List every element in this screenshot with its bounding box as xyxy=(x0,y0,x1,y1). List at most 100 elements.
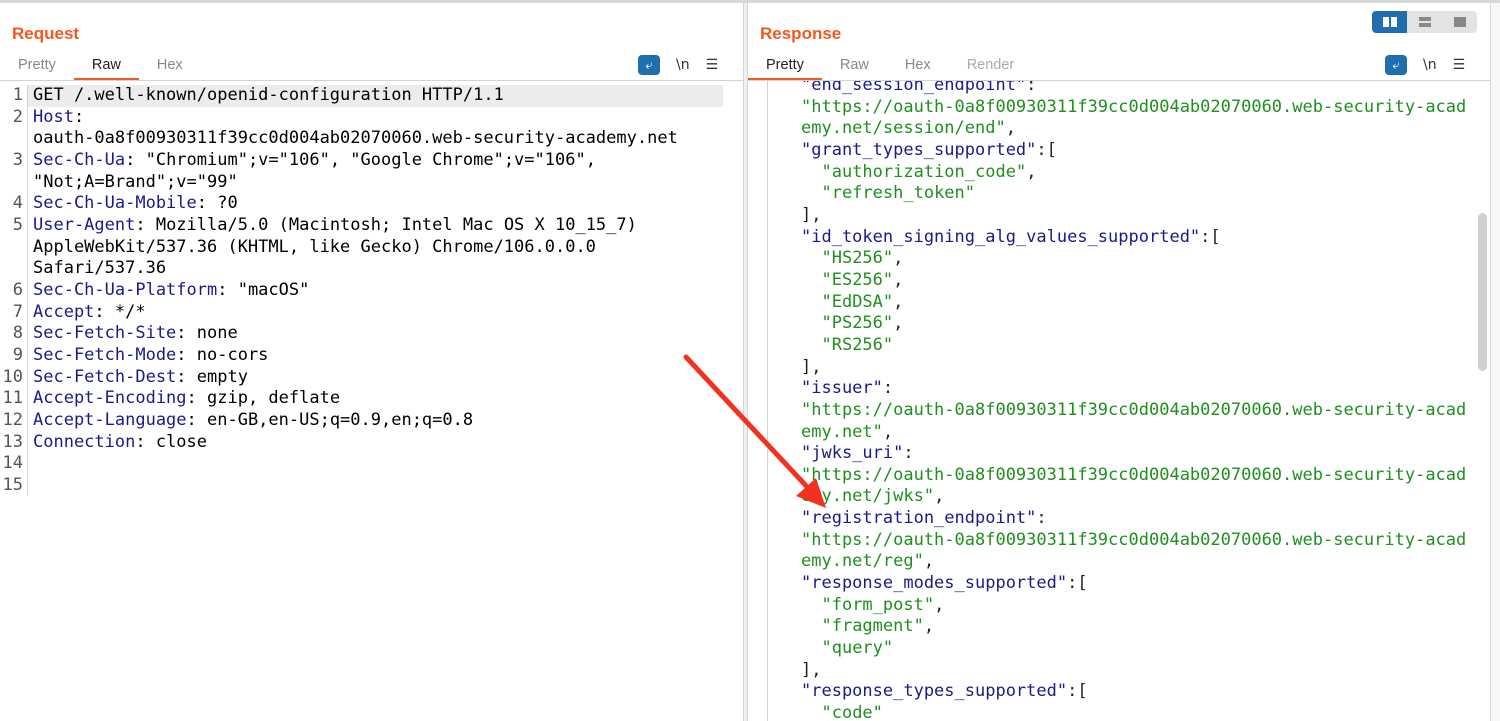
editor-line: 15 xyxy=(0,474,743,497)
editor-line: AppleWebKit/537.36 (KHTML, like Gecko) C… xyxy=(0,236,743,259)
header-value: : close xyxy=(135,431,208,452)
response-tools: ⤶ \n ☰ xyxy=(1385,55,1465,75)
header-value: : "macOS" xyxy=(217,279,310,300)
json-line: ], xyxy=(748,357,1490,379)
editor-line: oauth-0a8f00930311f39cc0d004ab02070060.w… xyxy=(0,128,743,150)
line-text: Sec-Fetch-Dest: empty xyxy=(28,367,248,389)
tab-pretty[interactable]: Pretty xyxy=(0,53,74,80)
header-name: Sec-Fetch-Site xyxy=(33,323,177,344)
editor-line: 9 Sec-Fetch-Mode: no-cors xyxy=(0,344,743,367)
json-punct: : xyxy=(882,378,894,399)
line-text: ], xyxy=(748,660,821,682)
word-wrap-icon[interactable]: ⤶ xyxy=(638,55,660,75)
scrollbar[interactable] xyxy=(1478,213,1487,371)
line-text: "https://oauth-0a8f00930311f39cc0d004ab0… xyxy=(748,530,1466,552)
request-editor[interactable]: 1 GET /.well-known/openid-configuration H… xyxy=(0,81,743,721)
json-punct: , xyxy=(934,594,945,615)
json-line: "end_session_endpoint": xyxy=(748,81,1490,97)
line-text: emy.net/session/end", xyxy=(748,118,1016,140)
json-punct xyxy=(801,703,821,721)
menu-icon[interactable]: ☰ xyxy=(1453,57,1466,73)
response-editor[interactable]: "end_session_endpoint": "https://oauth-0a… xyxy=(748,81,1490,721)
line-number xyxy=(0,258,28,280)
response-panel: Response Pretty Raw Hex Render ⤶ \n ☰ "e… xyxy=(748,3,1490,721)
line-number: 14 xyxy=(0,453,28,475)
line-text: emy.net/reg", xyxy=(748,551,934,573)
line-text: "issuer": xyxy=(748,378,893,400)
editor-line: 11 Accept-Encoding: gzip, deflate xyxy=(0,388,743,410)
newline-toggle[interactable]: \n xyxy=(1423,57,1437,73)
json-string: emy.net/jwks" xyxy=(801,486,935,507)
line-text: User-Agent: Mozilla/5.0 (Macintosh; Inte… xyxy=(28,215,637,237)
header-value: GET /.well-known/openid-configuration HT… xyxy=(33,85,504,105)
json-key: "grant_types_supported" xyxy=(801,139,1037,160)
line-text: emy.net", xyxy=(748,422,893,444)
line-number: 3 xyxy=(0,149,28,172)
json-punct xyxy=(801,335,821,355)
split-vertical-icon[interactable] xyxy=(1407,11,1442,33)
json-punct: , xyxy=(923,551,935,572)
tab-raw[interactable]: Raw xyxy=(822,53,887,80)
json-string: "fragment" xyxy=(821,616,924,637)
json-punct: , xyxy=(893,291,904,312)
json-punct xyxy=(801,595,821,615)
header-value: : xyxy=(73,106,85,127)
line-number: 13 xyxy=(0,431,28,454)
word-wrap-icon[interactable]: ⤶ xyxy=(1385,55,1407,75)
header-value: "Not;A=Brand";v="99" xyxy=(33,171,238,192)
json-punct xyxy=(801,292,821,312)
json-string: "code" xyxy=(821,703,883,721)
json-key: "response_modes_supported" xyxy=(801,573,1068,594)
json-punct: :[ xyxy=(1200,226,1221,247)
tab-hex[interactable]: Hex xyxy=(887,53,949,80)
line-number: 10 xyxy=(0,366,28,389)
json-key: "jwks_uri" xyxy=(801,443,904,464)
json-punct: ], xyxy=(801,659,822,680)
line-text: GET /.well-known/openid-configuration HT… xyxy=(28,85,723,107)
tab-render[interactable]: Render xyxy=(949,53,1033,80)
header-name: Accept-Language xyxy=(33,409,187,430)
line-text: ], xyxy=(748,205,821,227)
newline-toggle[interactable]: \n xyxy=(676,57,690,73)
header-name: Sec-Ch-Ua xyxy=(33,149,126,170)
json-string: "https://oauth-0a8f00930311f39cc0d004ab0… xyxy=(801,96,1467,117)
line-number: 2 xyxy=(0,106,28,129)
editor-line: 12 Accept-Language: en-GB,en-US;q=0.9,en;… xyxy=(0,409,743,432)
outer-scroll-edge xyxy=(1490,3,1500,721)
response-tabs: Pretty Raw Hex Render xyxy=(748,53,1032,80)
header-name: Host xyxy=(33,106,74,127)
header-value: : no-cors xyxy=(176,344,269,365)
tab-pretty[interactable]: Pretty xyxy=(748,53,822,80)
header-value: : */* xyxy=(94,301,146,322)
json-punct: , xyxy=(934,486,945,507)
tab-raw[interactable]: Raw xyxy=(73,53,139,80)
line-number: 5 xyxy=(0,214,28,237)
line-text: Accept-Language: en-GB,en-US;q=0.9,en;q=… xyxy=(28,410,473,432)
line-text: "Not;A=Brand";v="99" xyxy=(28,172,238,194)
header-value: oauth-0a8f00930311f39cc0d004ab02070060.w… xyxy=(33,128,678,149)
json-punct: , xyxy=(1005,118,1016,139)
split-horizontal-icon[interactable] xyxy=(1372,11,1407,33)
tab-hex[interactable]: Hex xyxy=(139,53,201,80)
line-text: Sec-Ch-Ua-Mobile: ?0 xyxy=(28,193,238,215)
line-text: "RS256" xyxy=(748,335,893,357)
json-string: emy.net/session/end" xyxy=(801,118,1006,139)
json-line: "response_modes_supported":[ xyxy=(748,573,1490,595)
single-pane-icon[interactable] xyxy=(1442,11,1477,33)
json-string: "query" xyxy=(821,638,894,659)
json-line: "EdDSA", xyxy=(748,292,1490,314)
json-punct: :[ xyxy=(1067,573,1088,594)
header-name: Sec-Fetch-Mode xyxy=(33,344,177,365)
editor-line: 14 xyxy=(0,453,743,475)
line-text: "query" xyxy=(748,638,893,660)
header-name: User-Agent xyxy=(33,214,136,235)
line-text: "https://oauth-0a8f00930311f39cc0d004ab0… xyxy=(748,97,1466,119)
layout-switcher xyxy=(1372,11,1477,33)
json-line: emy.net/reg", xyxy=(748,551,1490,573)
line-number: 7 xyxy=(0,301,28,324)
menu-icon[interactable]: ☰ xyxy=(706,57,719,73)
json-string: "https://oauth-0a8f00930311f39cc0d004ab0… xyxy=(801,399,1467,420)
line-number: 8 xyxy=(0,323,28,345)
json-string: "ES256" xyxy=(821,269,894,290)
line-text: "form_post", xyxy=(748,595,944,617)
